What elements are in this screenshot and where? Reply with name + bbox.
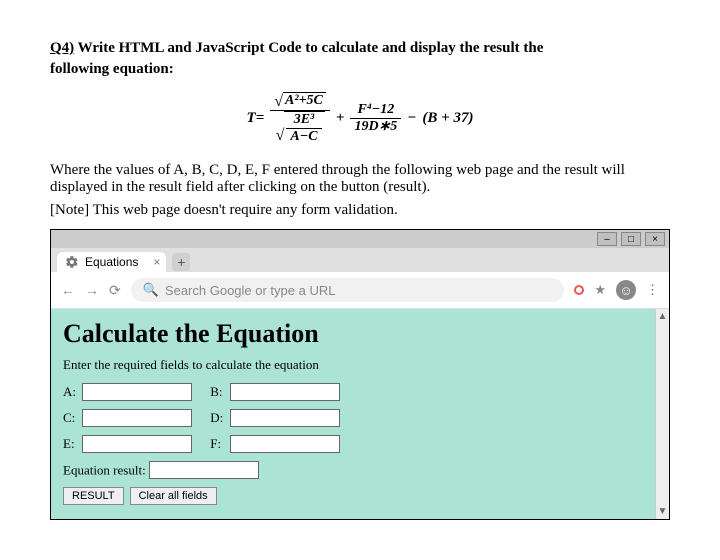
equation-tail: (B + 37) [422,110,473,127]
profile-avatar-icon[interactable]: ☺ [616,280,636,300]
sqrt-1: √ A²+5C [274,92,326,110]
input-f[interactable] [230,435,340,453]
nav-forward-icon[interactable]: → [85,282,99,298]
scrollbar[interactable]: ▲ ▼ [655,309,669,519]
input-b[interactable] [230,383,340,401]
note-text: [Note] This web page doesn't require any… [50,202,670,219]
equation-display: T= √ A²+5C √ 3E³ A−C [50,92,670,144]
omnibox[interactable]: 🔍 Search Google or type a URL [131,278,565,302]
label-c: C: [63,410,79,426]
window-maximize-button[interactable]: □ [621,232,641,246]
input-c[interactable] [82,409,192,427]
nav-back-icon[interactable]: ← [61,282,75,298]
bookmark-star-icon[interactable]: ★ [594,282,606,298]
input-d[interactable] [230,409,340,427]
label-a: A: [63,384,79,400]
equation-lhs: T= [247,110,265,127]
page-subtext: Enter the required fields to calculate t… [63,357,643,373]
label-b: B: [210,384,226,400]
input-a[interactable] [82,383,192,401]
question-prompt-1: Write HTML and JavaScript Code to calcul… [78,40,544,56]
scroll-down-icon[interactable]: ▼ [658,504,668,519]
search-icon: 🔍 [143,282,159,298]
question-prompt-2: following equation: [50,61,670,78]
result-output[interactable] [149,461,259,479]
form-row-ab: A: B: [63,383,643,401]
extension-icon[interactable] [574,285,584,295]
label-f: F: [210,436,226,452]
equation-fraction-2: F⁴−12 19D∗5 [350,102,401,134]
window-titlebar: – □ × [51,230,669,248]
result-label: Equation result: [63,463,146,478]
clear-button[interactable]: Clear all fields [130,487,217,505]
form-row-cd: C: D: [63,409,643,427]
browser-menu-icon[interactable]: ⋮ [646,282,659,298]
new-tab-button[interactable]: + [172,253,190,271]
browser-window: – □ × Equations × + ← → ⟳ 🔍 Search Googl… [50,229,670,520]
input-e[interactable] [82,435,192,453]
scroll-up-icon[interactable]: ▲ [658,309,668,324]
window-close-button[interactable]: × [645,232,665,246]
label-d: D: [210,410,226,426]
form-row-ef: E: F: [63,435,643,453]
page-content: Calculate the Equation Enter the require… [51,309,655,519]
result-row: Equation result: [63,461,643,479]
label-e: E: [63,436,79,452]
nav-reload-icon[interactable]: ⟳ [109,282,121,299]
equation-fraction-1: √ A²+5C √ 3E³ A−C [270,92,330,144]
browser-tab[interactable]: Equations × [57,252,166,272]
window-minimize-button[interactable]: – [597,232,617,246]
page-heading: Calculate the Equation [63,319,643,349]
tab-title: Equations [85,255,138,269]
tab-close-icon[interactable]: × [153,255,160,269]
explanation-text: Where the values of A, B, C, D, E, F ent… [50,162,670,196]
question-number: Q4) [50,40,74,56]
omnibox-placeholder: Search Google or type a URL [165,283,336,298]
result-button[interactable]: RESULT [63,487,124,505]
equation-plus: + [336,110,345,127]
address-bar-row: ← → ⟳ 🔍 Search Google or type a URL ★ ☺ … [51,272,669,309]
sqrt-2: √ 3E³ A−C [276,111,325,144]
question-heading: Q4) Write HTML and JavaScript Code to ca… [50,40,670,57]
tab-strip: Equations × + [51,248,669,272]
equation-minus: − [407,110,416,127]
tab-favicon-settings-icon [65,255,79,269]
